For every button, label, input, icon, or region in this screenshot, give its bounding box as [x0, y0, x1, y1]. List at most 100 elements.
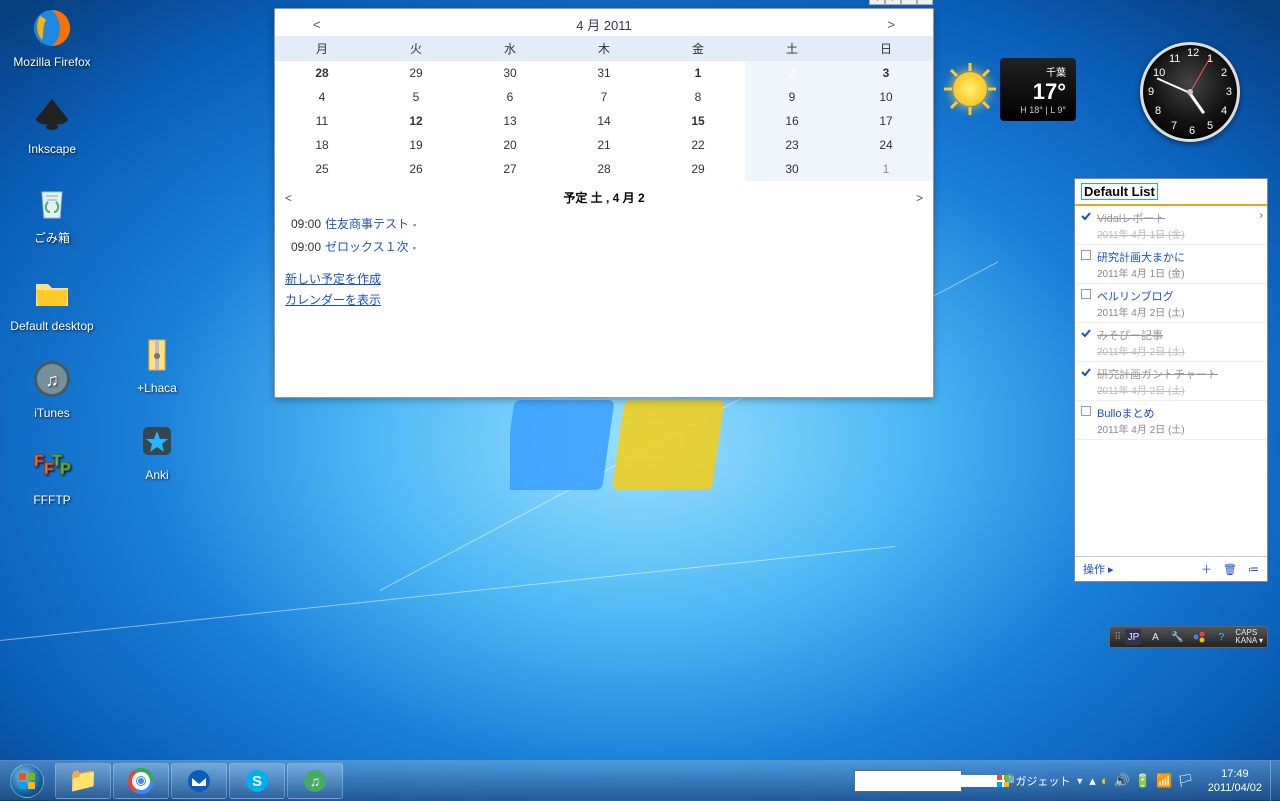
tray-shield-icon[interactable]: ◐ [1101, 773, 1109, 788]
ime-caps-kana[interactable]: CAPSKANA ▾ [1235, 629, 1263, 645]
taskbar-skype[interactable]: S [229, 763, 285, 799]
new-event-link[interactable]: 新しい予定を作成 [285, 270, 381, 287]
agenda-event[interactable]: 09:00住友商事テスト▪ [285, 212, 923, 235]
calendar-day[interactable]: 10 [839, 85, 933, 109]
ime-tool-icon[interactable]: 🔧 [1169, 629, 1185, 645]
desktop-icon-itunes[interactable]: ♫iTunes [4, 355, 100, 420]
desktop-icon-anki[interactable]: Anki [109, 417, 205, 482]
calendar-next-btn[interactable]: › [885, 0, 901, 5]
desktop-icon-ffftp[interactable]: FFTPFFFTP [4, 442, 100, 507]
search-box[interactable]: 🔍 [854, 770, 962, 792]
tray-up2-icon[interactable]: ▴ [1089, 773, 1096, 789]
desktop-icon-recycle[interactable]: ごみ箱 [4, 178, 100, 246]
tray-power-icon[interactable]: 🔋 [1135, 773, 1151, 789]
search-dropdown[interactable]: ▼ [964, 776, 973, 786]
list-icon[interactable]: ≔ [1248, 564, 1259, 576]
tray-volume-icon[interactable]: 🔊 [1114, 773, 1130, 789]
calendar-day[interactable]: 6 [463, 85, 557, 109]
checkbox-icon[interactable] [1081, 289, 1091, 299]
checkbox-icon[interactable] [1081, 250, 1091, 260]
calendar-day[interactable]: 26 [369, 157, 463, 181]
check-icon[interactable] [1081, 367, 1091, 377]
calendar-day[interactable]: 1 [839, 157, 933, 181]
calendar-day[interactable]: 23 [745, 133, 839, 157]
calendar-day[interactable]: 20 [463, 133, 557, 157]
tray-action-icon[interactable]: 🏳 [1177, 773, 1194, 789]
calendar-day[interactable]: 15 [651, 109, 745, 133]
ime-google-icon[interactable] [1191, 629, 1207, 645]
calendar-day[interactable]: 29 [369, 61, 463, 85]
show-calendar-link[interactable]: カレンダーを表示 [285, 291, 381, 308]
calendar-day[interactable]: 17 [839, 109, 933, 133]
calendar-close-btn[interactable]: × [917, 0, 933, 5]
calendar-day[interactable]: 13 [463, 109, 557, 133]
chevron-right-icon[interactable]: › [1260, 210, 1263, 221]
calendar-day[interactable]: 25 [275, 157, 369, 181]
calendar-day[interactable]: 9 [745, 85, 839, 109]
calendar-day[interactable]: 2 [745, 61, 839, 85]
check-icon[interactable] [1081, 328, 1091, 338]
tray-clock[interactable]: 17:49 2011/04/02 [1200, 767, 1270, 795]
agenda-event[interactable]: 09:00ゼロックス１次▪ [285, 235, 923, 258]
calendar-day[interactable]: 21 [557, 133, 651, 157]
todo-action-menu[interactable]: 操作 ▸ [1083, 561, 1114, 577]
taskbar-thunderbird[interactable] [171, 763, 227, 799]
calendar-day[interactable]: 31 [557, 61, 651, 85]
todo-item[interactable]: ベルリンブログ2011年 4月 2日 (土) [1075, 284, 1267, 323]
tray-network-icon[interactable]: 📶 [1156, 773, 1172, 789]
calendar-day[interactable]: 1 [651, 61, 745, 85]
calendar-day[interactable]: 19 [369, 133, 463, 157]
checkbox-icon[interactable] [1081, 406, 1091, 416]
clock-gadget[interactable]: 12 3 6 9 1 2 4 5 7 8 10 11 [1140, 42, 1240, 142]
todo-item[interactable]: 研究計画ガントチャート2011年 4月 2日 (土) [1075, 362, 1267, 401]
calendar-day[interactable]: 12 [369, 109, 463, 133]
calendar-day[interactable]: 3 [839, 61, 933, 85]
tray-gadget-label[interactable]: ガジェット [1015, 773, 1070, 789]
calendar-day[interactable]: 16 [745, 109, 839, 133]
show-desktop[interactable] [1270, 761, 1280, 801]
month-prev[interactable]: < [305, 17, 329, 32]
desktop-icon-firefox[interactable]: Mozilla Firefox [4, 4, 100, 69]
tray-gadget-icon[interactable] [996, 774, 1010, 788]
tray-gadget-dropdown[interactable]: ▼ [1075, 776, 1084, 786]
calendar-day[interactable]: 11 [275, 109, 369, 133]
ime-mode[interactable]: A [1147, 629, 1163, 645]
desktop-icon-folder[interactable]: Default desktop [4, 268, 100, 333]
start-button[interactable] [0, 761, 54, 801]
calendar-day[interactable]: 24 [839, 133, 933, 157]
agenda-prev[interactable]: < [285, 191, 292, 205]
check-icon[interactable] [1081, 211, 1091, 221]
calendar-prev-btn[interactable]: ‹ [869, 0, 885, 5]
tray-up-icon[interactable]: ▴ [985, 773, 992, 789]
calendar-day[interactable]: 4 [275, 85, 369, 109]
calendar-day[interactable]: 29 [651, 157, 745, 181]
calendar-day[interactable]: 14 [557, 109, 651, 133]
weather-gadget[interactable]: 千葉 17° H 18° | L 9° [940, 54, 1090, 124]
calendar-day[interactable]: 28 [275, 61, 369, 85]
calendar-day[interactable]: 28 [557, 157, 651, 181]
taskbar-chrome[interactable] [113, 763, 169, 799]
todo-item[interactable]: Vidalレポート2011年 4月 1日 (金)› [1075, 206, 1267, 245]
ime-lang[interactable]: JP [1125, 629, 1141, 645]
calendar-day[interactable]: 30 [745, 157, 839, 181]
todo-item[interactable]: みそぴー記事2011年 4月 2日 (土) [1075, 323, 1267, 362]
calendar-day[interactable]: 8 [651, 85, 745, 109]
calendar-day[interactable]: 30 [463, 61, 557, 85]
add-icon[interactable]: ＋ [1201, 564, 1212, 576]
calendar-day[interactable]: 22 [651, 133, 745, 157]
calendar-day[interactable]: 7 [557, 85, 651, 109]
month-next[interactable]: > [879, 17, 903, 32]
calendar-day[interactable]: 5 [369, 85, 463, 109]
calendar-min-btn[interactable]: – [901, 0, 917, 5]
desktop-icon-inkscape[interactable]: Inkscape [4, 91, 100, 156]
taskbar-itunes[interactable]: ♫ [287, 763, 343, 799]
calendar-day[interactable]: 27 [463, 157, 557, 181]
ime-help-icon[interactable]: ? [1213, 629, 1229, 645]
taskbar-explorer[interactable]: 📁 [55, 763, 111, 799]
agenda-next[interactable]: > [916, 191, 923, 205]
todo-item[interactable]: 研究計画大まかに2011年 4月 1日 (金) [1075, 245, 1267, 284]
grip-icon[interactable]: ⠿ [1114, 632, 1119, 643]
desktop-icon-lhaca[interactable]: +Lhaca [109, 330, 205, 395]
calendar-day[interactable]: 18 [275, 133, 369, 157]
todo-item[interactable]: Bulloまとめ2011年 4月 2日 (土) [1075, 401, 1267, 440]
